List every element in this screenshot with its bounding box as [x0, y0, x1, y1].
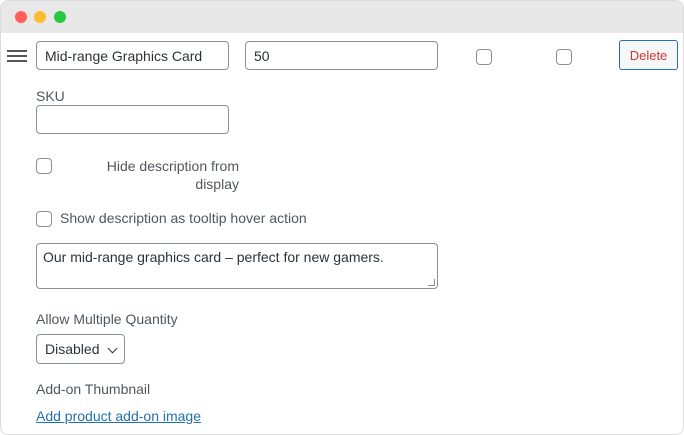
- taxable-checkbox[interactable]: [476, 49, 492, 65]
- addon-price-input[interactable]: [245, 41, 438, 70]
- required-checkbox[interactable]: [556, 49, 572, 65]
- sku-label: SKU: [36, 88, 65, 104]
- minimize-window-button[interactable]: [34, 11, 46, 23]
- allow-multiple-quantity-label: Allow Multiple Quantity: [36, 311, 178, 327]
- hide-description-checkbox[interactable]: [36, 158, 52, 174]
- add-image-link[interactable]: Add product add-on image: [36, 408, 201, 424]
- chevron-down-icon: [107, 343, 118, 354]
- window-titlebar: [1, 1, 683, 33]
- addon-name-input[interactable]: [36, 41, 229, 70]
- addon-thumbnail-label: Add-on Thumbnail: [36, 381, 151, 397]
- description-text: Our mid-range graphics card – perfect fo…: [43, 249, 384, 265]
- tooltip-label: Show description as tooltip hover action: [60, 210, 307, 226]
- maximize-window-button[interactable]: [54, 11, 66, 23]
- tooltip-checkbox[interactable]: [36, 211, 52, 227]
- drag-handle-icon[interactable]: [7, 50, 27, 64]
- quantity-select[interactable]: Disabled: [36, 334, 125, 364]
- description-textarea[interactable]: Our mid-range graphics card – perfect fo…: [36, 243, 438, 289]
- sku-input[interactable]: [36, 105, 229, 134]
- browser-window: Delete SKU Hide description from display…: [0, 0, 684, 435]
- close-window-button[interactable]: [15, 11, 27, 23]
- hide-description-label: Hide description from display: [106, 158, 239, 192]
- delete-button[interactable]: Delete: [619, 40, 678, 70]
- addon-row: Delete SKU Hide description from display…: [1, 33, 683, 434]
- resize-handle-icon[interactable]: [428, 279, 435, 286]
- quantity-selected-value: Disabled: [45, 341, 100, 357]
